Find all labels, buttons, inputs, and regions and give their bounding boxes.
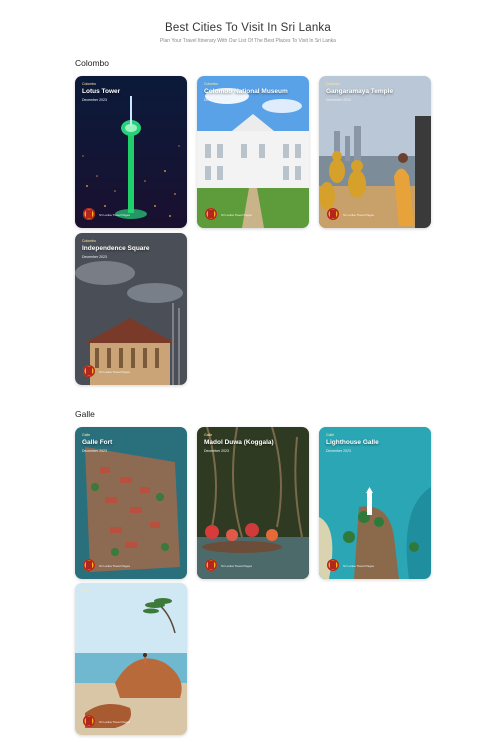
badge-label: Sri Lanka Travel Pages xyxy=(99,720,131,724)
sri-lanka-flag-icon xyxy=(83,208,95,220)
page-title: Best Cities To Visit In Sri Lanka xyxy=(165,22,331,34)
badge-label: Sri Lanka Travel Pages xyxy=(221,564,253,568)
card-title: Independence Square xyxy=(82,245,150,252)
card-lighthouse-galle[interactable]: Galle Lighthouse Galle December 2023 Sri… xyxy=(319,427,431,579)
sri-lanka-flag-icon xyxy=(327,208,339,220)
badge-label: Sri Lanka Travel Pages xyxy=(343,213,375,217)
card-date: December 2023 xyxy=(82,255,107,259)
card-category: Galle xyxy=(204,433,213,437)
card-date: December 2023 xyxy=(82,449,107,453)
badge-label: Sri Lanka Travel Pages xyxy=(343,564,375,568)
galle-beach-image xyxy=(75,583,187,735)
card-category: Galle xyxy=(82,433,91,437)
card-date: December 2023 xyxy=(204,449,229,453)
badge-label: Sri Lanka Travel Pages xyxy=(99,213,131,217)
card-gangaramaya-temple[interactable]: Colombo Gangaramaya Temple December 2023… xyxy=(319,76,431,228)
card-galle-fort[interactable]: Galle Galle Fort December 2023 Sri Lanka… xyxy=(75,427,187,579)
sri-lanka-flag-icon xyxy=(83,559,95,571)
card-title: Lotus Tower xyxy=(82,88,121,95)
card-category: Colombo xyxy=(82,82,97,86)
section-title-galle: Galle xyxy=(75,409,95,419)
sri-lanka-flag-icon xyxy=(205,208,217,220)
sri-lanka-flag-icon xyxy=(83,365,95,377)
card-category: Galle xyxy=(326,433,335,437)
card-title: Madol Duwa (Koggala) xyxy=(204,439,274,446)
card-category: Colombo xyxy=(82,239,97,243)
card-madol-duwa[interactable]: Galle Madol Duwa (Koggala) December 2023… xyxy=(197,427,309,579)
page-header: Best Cities To Visit In Sri Lanka Plan Y… xyxy=(0,22,496,44)
card-lotus-tower[interactable]: Colombo Lotus Tower December 2023 Sri La… xyxy=(75,76,187,228)
sri-lanka-flag-icon xyxy=(83,715,95,727)
section-title-colombo: Colombo xyxy=(75,58,110,68)
card-date: December 2023 xyxy=(326,449,351,453)
card-title: Lighthouse Galle xyxy=(326,439,379,446)
card-category: Colombo xyxy=(204,82,219,86)
page-subtitle: Plan Your Travel Itinerary With Our List… xyxy=(160,38,336,44)
card-independence-square[interactable]: Colombo Independence Square December 202… xyxy=(75,233,187,385)
card-category: Colombo xyxy=(326,82,341,86)
card-galle-beach[interactable]: Galle Sri Lanka Travel Pages xyxy=(75,583,187,735)
card-title: Colombo National Museum xyxy=(204,88,288,95)
card-date: December 2023 xyxy=(204,98,229,102)
card-title: Gangaramaya Temple xyxy=(326,88,394,95)
badge-label: Sri Lanka Travel Pages xyxy=(99,564,131,568)
sri-lanka-flag-icon xyxy=(327,559,339,571)
sri-lanka-flag-icon xyxy=(205,559,217,571)
card-title: Galle Fort xyxy=(82,439,113,446)
card-colombo-national-museum[interactable]: Colombo Colombo National Museum December… xyxy=(197,76,309,228)
badge-label: Sri Lanka Travel Pages xyxy=(99,370,131,374)
card-date: December 2023 xyxy=(82,98,107,102)
badge-label: Sri Lanka Travel Pages xyxy=(221,213,253,217)
card-date: December 2023 xyxy=(326,98,351,102)
card-category: Galle xyxy=(82,589,91,593)
